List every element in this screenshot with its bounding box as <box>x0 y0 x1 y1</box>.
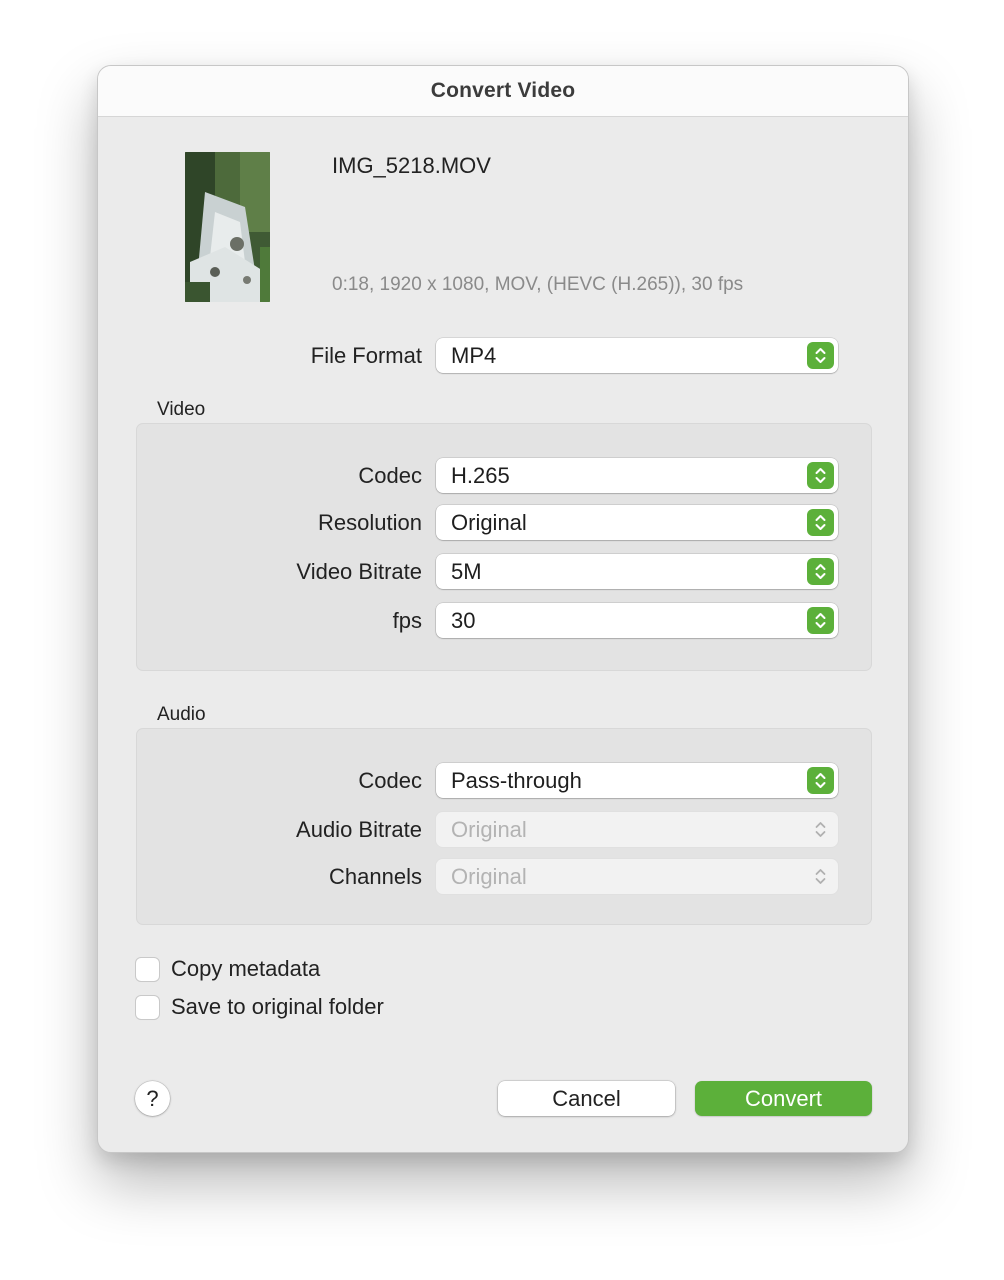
video-bitrate-value: 5M <box>451 559 482 584</box>
fps-popup[interactable]: 30 <box>436 603 838 638</box>
help-icon: ? <box>146 1085 159 1111</box>
audio-codec-popup[interactable]: Pass-through <box>436 763 838 798</box>
channels-value: Original <box>451 864 527 889</box>
help-button[interactable]: ? <box>135 1081 170 1116</box>
video-thumbnail-image <box>185 152 270 302</box>
audio-codec-label: Codec <box>358 768 422 793</box>
convert-button[interactable]: Convert <box>695 1081 872 1116</box>
video-codec-value: H.265 <box>451 463 510 488</box>
file-format-label: File Format <box>310 343 422 368</box>
convert-video-dialog: Convert Video IMG_5218.MOV 0:18, 1920 x … <box>97 65 909 1153</box>
video-codec-label: Codec <box>358 463 422 488</box>
resolution-value: Original <box>451 510 527 535</box>
channels-label: Channels <box>329 864 422 889</box>
copy-metadata-label[interactable]: Copy metadata <box>171 956 320 982</box>
up-down-arrows-icon <box>807 607 834 634</box>
up-down-arrows-icon <box>807 767 834 794</box>
up-down-arrows-icon <box>807 816 834 843</box>
up-down-arrows-icon <box>807 558 834 585</box>
copy-metadata-checkbox[interactable] <box>136 957 159 981</box>
up-down-arrows-icon <box>807 462 834 489</box>
video-codec-popup[interactable]: H.265 <box>436 458 838 493</box>
audio-bitrate-label: Audio Bitrate <box>296 817 422 842</box>
file-format-popup[interactable]: MP4 <box>436 338 838 373</box>
file-format-value: MP4 <box>451 343 497 368</box>
copy-metadata-row[interactable]: Copy metadata <box>136 956 320 982</box>
video-group-title: Video <box>157 399 206 420</box>
up-down-arrows-icon <box>807 509 834 536</box>
fps-value: 30 <box>451 608 476 633</box>
channels-popup: Original <box>436 859 838 894</box>
save-to-original-folder-row[interactable]: Save to original folder <box>136 994 384 1020</box>
audio-codec-value: Pass-through <box>451 768 582 793</box>
file-name: IMG_5218.MOV <box>332 153 491 178</box>
resolution-popup[interactable]: Original <box>436 505 838 540</box>
file-info: 0:18, 1920 x 1080, MOV, (HEVC (H.265)), … <box>332 274 744 295</box>
video-bitrate-popup[interactable]: 5M <box>436 554 838 589</box>
audio-group-title: Audio <box>157 704 206 725</box>
up-down-arrows-icon <box>807 863 834 890</box>
window-title: Convert Video <box>430 79 576 102</box>
save-to-original-folder-checkbox[interactable] <box>136 995 159 1019</box>
audio-bitrate-popup: Original <box>436 812 838 847</box>
video-thumbnail <box>185 152 270 302</box>
cancel-button[interactable]: Cancel <box>498 1081 675 1116</box>
up-down-arrows-icon <box>807 342 834 369</box>
save-to-original-folder-label[interactable]: Save to original folder <box>171 994 384 1020</box>
title-bar: Convert Video <box>98 66 908 117</box>
audio-bitrate-value: Original <box>451 817 527 842</box>
video-bitrate-label: Video Bitrate <box>296 559 422 584</box>
resolution-label: Resolution <box>318 510 422 535</box>
fps-label: fps <box>392 608 422 633</box>
